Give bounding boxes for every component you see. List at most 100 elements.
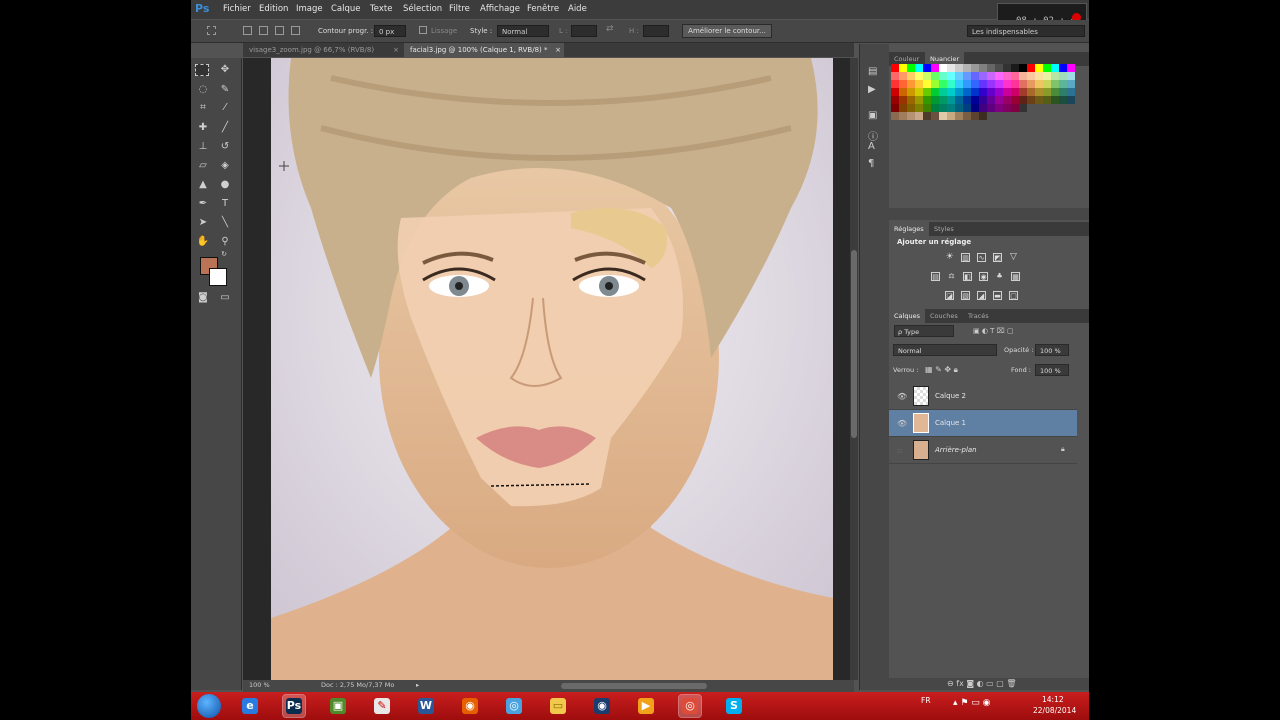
color-swatch[interactable] (947, 88, 955, 96)
add-selection-icon[interactable] (259, 26, 268, 35)
photo-filter-icon[interactable]: ◉ (979, 272, 988, 281)
start-button[interactable] (197, 694, 221, 718)
visibility-eye-icon[interactable]: 👁︎ (897, 419, 907, 428)
color-swatch[interactable] (1043, 88, 1051, 96)
layer-calque-1[interactable]: 👁︎ Calque 1 (889, 410, 1077, 437)
color-swatch[interactable] (899, 88, 907, 96)
color-swatch[interactable] (963, 72, 971, 80)
color-swatch[interactable] (931, 72, 939, 80)
color-swatch[interactable] (931, 104, 939, 112)
visibility-box[interactable]: ▫ (897, 446, 902, 455)
color-swatch[interactable] (1019, 72, 1027, 80)
style-select[interactable]: Normal (497, 25, 549, 37)
pen-icon[interactable]: ✒ (195, 196, 211, 212)
color-swatch[interactable] (1043, 64, 1051, 72)
color-swatch[interactable] (955, 72, 963, 80)
color-swatch[interactable] (1035, 80, 1043, 88)
color-swatch[interactable] (963, 96, 971, 104)
color-swatch[interactable] (939, 96, 947, 104)
eraser-icon[interactable]: ▱ (195, 158, 211, 174)
color-swatch[interactable] (987, 80, 995, 88)
taskbar-word-button[interactable]: W (415, 695, 437, 717)
close-tab-icon[interactable]: × (393, 43, 399, 57)
color-swatch[interactable] (987, 72, 995, 80)
color-swatch[interactable] (1059, 64, 1067, 72)
healing-brush-icon[interactable]: ✚ (195, 120, 211, 136)
color-swatch[interactable] (915, 88, 923, 96)
close-tab-icon[interactable]: × (555, 43, 561, 57)
background-color-swatch[interactable] (209, 268, 227, 286)
taskbar-folder-button[interactable]: ▭ (547, 695, 569, 717)
swap-dimensions-icon[interactable]: ⇄ (606, 24, 614, 34)
color-swatch[interactable] (891, 72, 899, 80)
color-swatch[interactable] (971, 104, 979, 112)
tab-couches[interactable]: Couches (925, 309, 963, 323)
color-swatch[interactable] (971, 72, 979, 80)
color-swatch[interactable] (931, 96, 939, 104)
taskbar-paint-button[interactable]: ✎ (371, 695, 393, 717)
tab-reglages[interactable]: Réglages (889, 222, 929, 236)
color-swatch[interactable] (891, 104, 899, 112)
menu-calque[interactable]: Calque (331, 4, 361, 14)
color-swatch[interactable] (955, 104, 963, 112)
color-swatch[interactable] (987, 88, 995, 96)
tab-styles[interactable]: Styles (929, 222, 959, 236)
vibrance-icon[interactable]: ▽ (1009, 253, 1018, 262)
color-swatch[interactable] (931, 88, 939, 96)
menu-filtre[interactable]: Filtre (449, 4, 470, 14)
color-swatch[interactable] (955, 96, 963, 104)
color-swatch[interactable] (907, 64, 915, 72)
brush-icon[interactable]: ╱ (217, 120, 233, 136)
color-lookup-icon[interactable]: ▦ (1011, 272, 1020, 281)
color-swatch[interactable] (923, 112, 931, 120)
color-swatch[interactable] (1027, 64, 1035, 72)
curves-icon[interactable]: ∿ (977, 253, 986, 262)
color-swatch[interactable] (1011, 72, 1019, 80)
tab-visage3[interactable]: visage3_zoom.jpg @ 66,7% (RVB/8) × (243, 43, 402, 57)
color-swatch[interactable] (1067, 72, 1075, 80)
color-swatch[interactable] (891, 64, 899, 72)
language-indicator[interactable]: FR (921, 696, 931, 705)
brightness-icon[interactable]: ☀ (945, 253, 954, 262)
color-swatch[interactable] (1011, 80, 1019, 88)
color-swatch[interactable] (907, 72, 915, 80)
fill-input[interactable]: 100 % (1035, 364, 1069, 376)
feather-input[interactable]: 0 px (374, 25, 406, 37)
menu-fenetre[interactable]: Fenêtre (527, 4, 559, 14)
refine-edge-button[interactable]: Améliorer le contour... (682, 24, 772, 38)
properties-panel-icon[interactable]: ▣ (868, 110, 877, 121)
color-swatch[interactable] (939, 64, 947, 72)
color-swatch[interactable] (915, 96, 923, 104)
color-swatch[interactable] (1003, 80, 1011, 88)
color-swatch[interactable] (891, 88, 899, 96)
color-swatch[interactable] (907, 112, 915, 120)
color-swatch[interactable] (947, 80, 955, 88)
color-swatch[interactable] (1067, 80, 1075, 88)
color-swatch[interactable] (1011, 88, 1019, 96)
color-swatch[interactable] (891, 96, 899, 104)
color-swatch[interactable] (1051, 80, 1059, 88)
color-swatch[interactable] (899, 72, 907, 80)
invert-icon[interactable]: ◪ (945, 291, 954, 300)
intersect-selection-icon[interactable] (291, 26, 300, 35)
type-icon[interactable]: T (217, 196, 233, 212)
color-swatch[interactable] (907, 80, 915, 88)
color-swatch[interactable] (1067, 64, 1075, 72)
crop-icon[interactable]: ⌗ (195, 100, 211, 116)
actions-panel-icon[interactable]: ▶ (868, 84, 876, 95)
color-swatch[interactable] (907, 96, 915, 104)
color-swatch[interactable] (995, 72, 1003, 80)
color-swatch[interactable] (939, 104, 947, 112)
color-swatch[interactable] (915, 112, 923, 120)
color-swatch[interactable] (1035, 88, 1043, 96)
color-swatch[interactable] (931, 64, 939, 72)
hue-saturation-icon[interactable]: ▤ (931, 272, 940, 281)
color-swatch[interactable] (939, 112, 947, 120)
color-swatch[interactable] (915, 104, 923, 112)
tab-traces[interactable]: Tracés (963, 309, 994, 323)
color-swatch[interactable] (971, 64, 979, 72)
color-swatch[interactable] (995, 64, 1003, 72)
layer-name[interactable]: Calque 1 (935, 419, 966, 427)
color-swatch[interactable] (955, 112, 963, 120)
antialias-checkbox[interactable] (419, 26, 427, 34)
